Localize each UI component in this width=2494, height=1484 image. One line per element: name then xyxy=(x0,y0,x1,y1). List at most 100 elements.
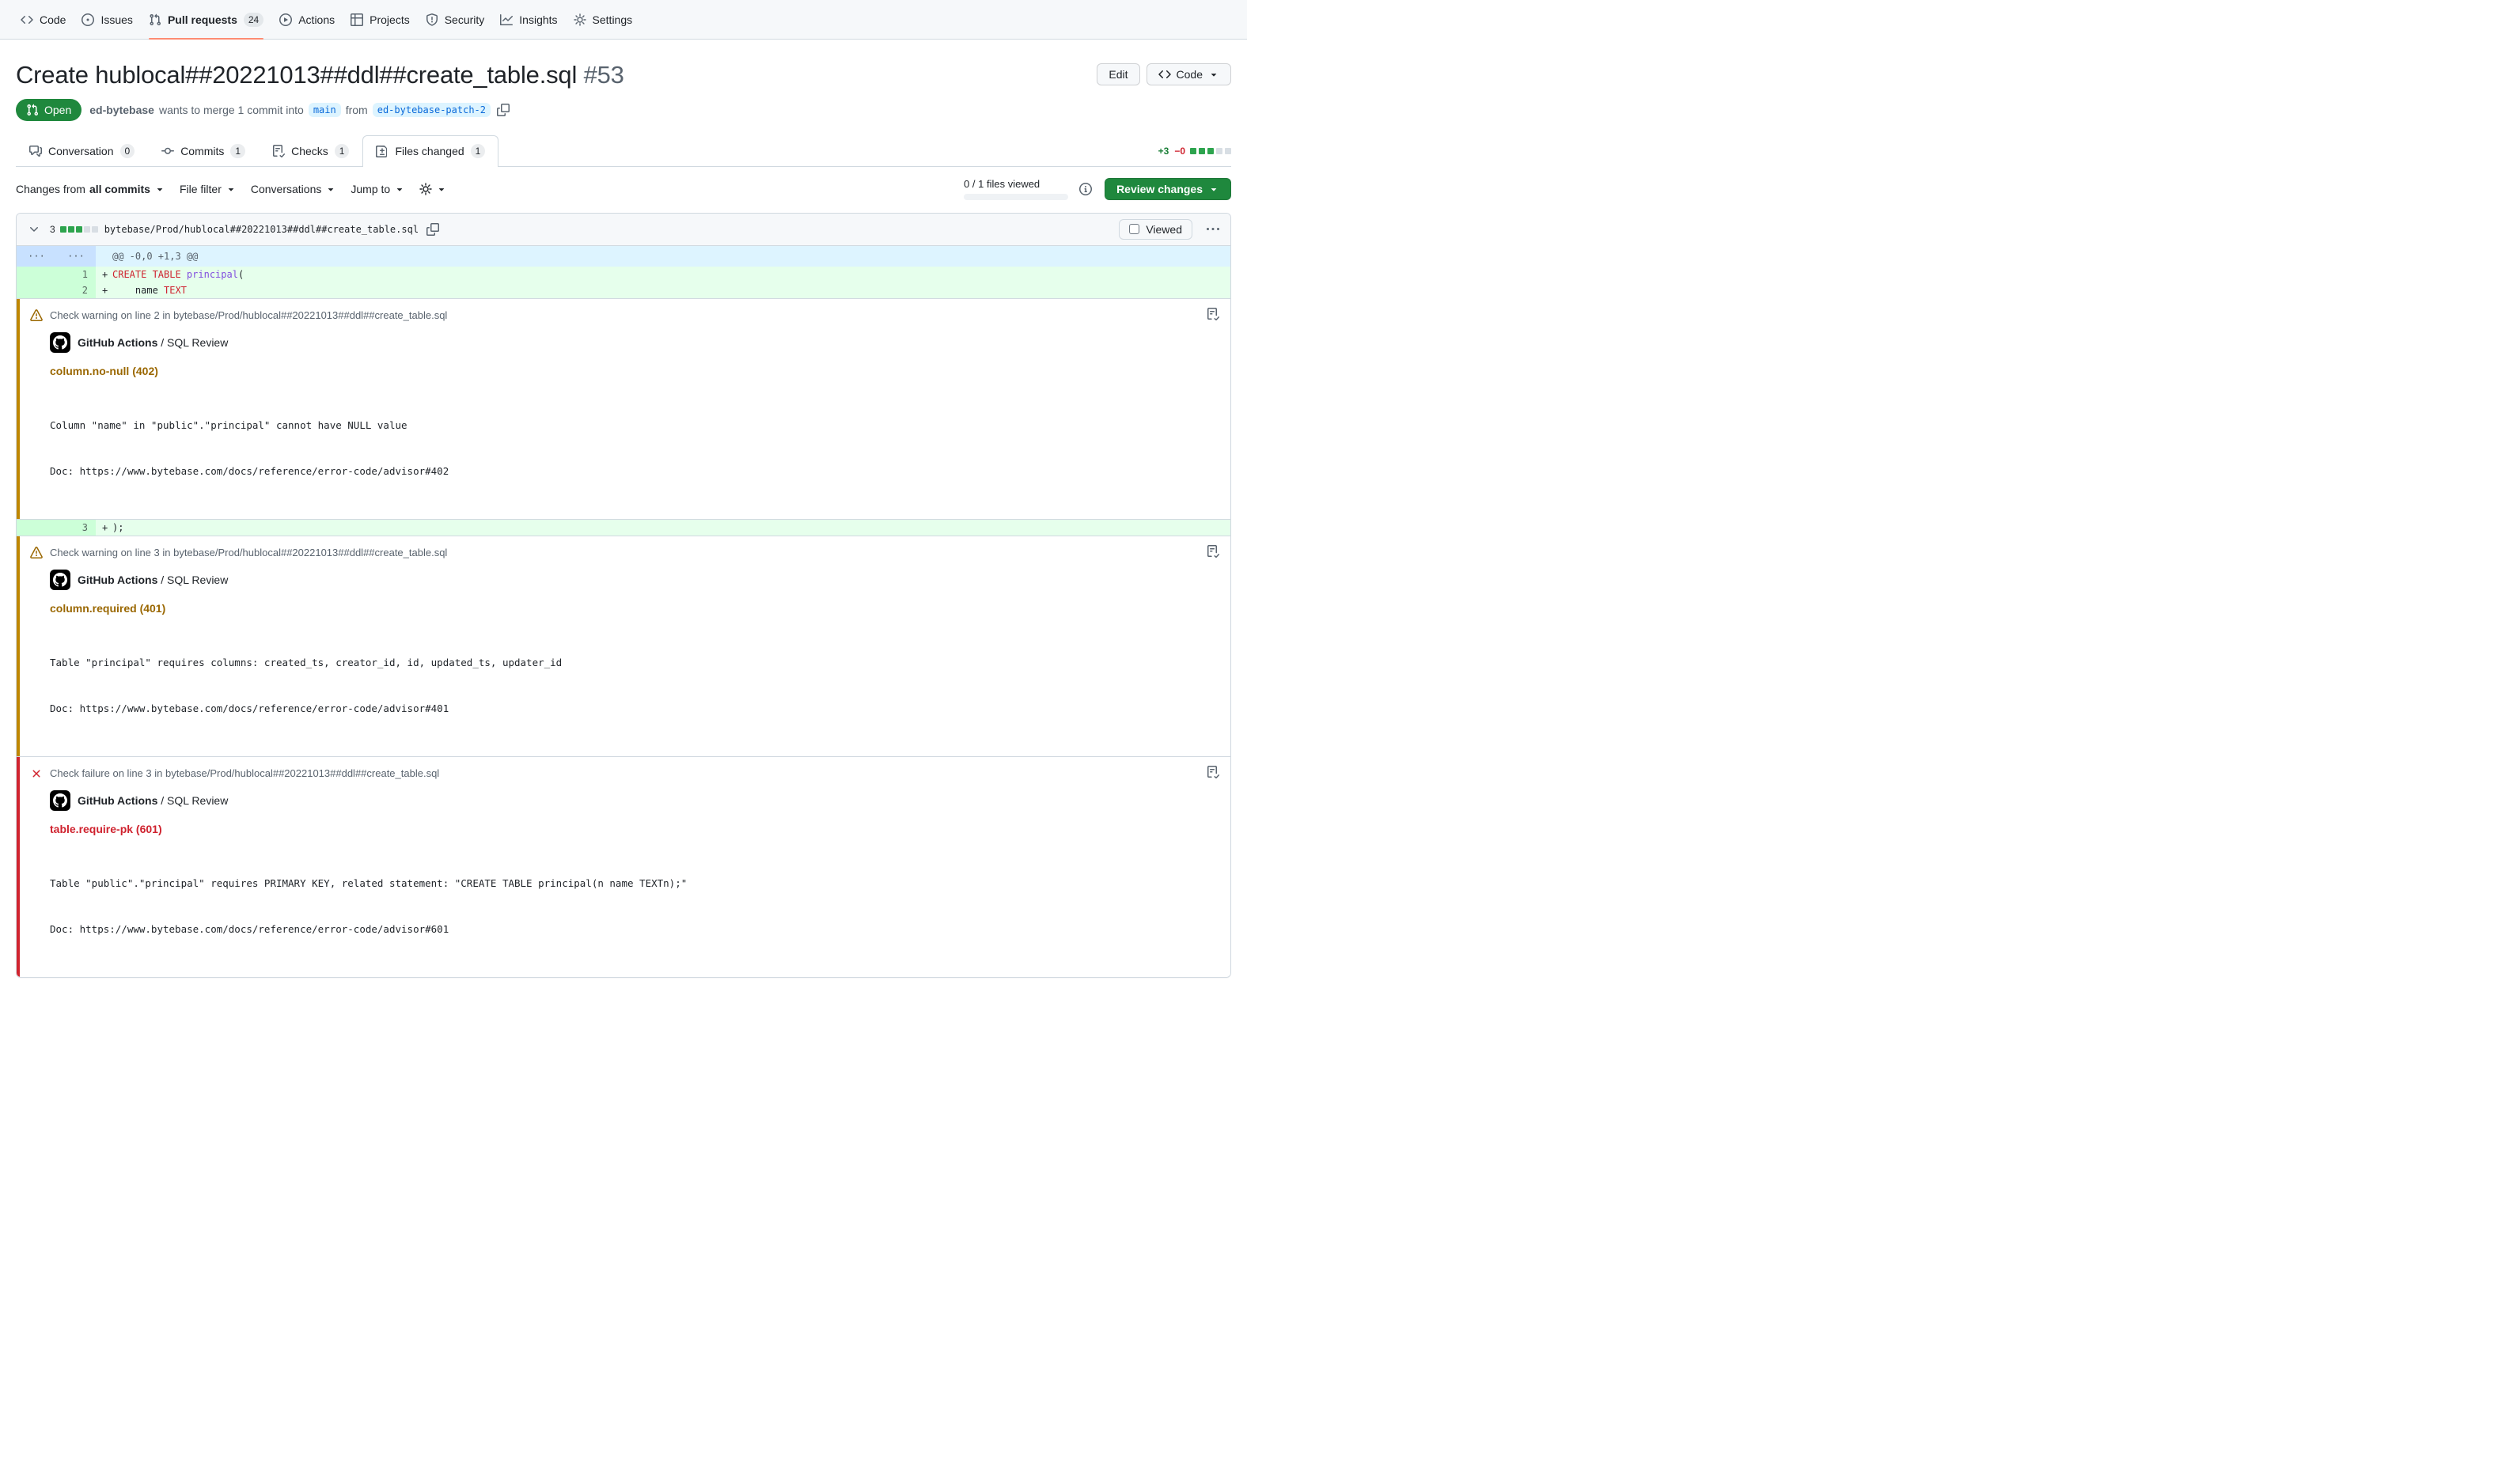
additions-count: +3 xyxy=(1158,146,1169,157)
annotation-app: GitHub Actions / SQL Review xyxy=(50,570,1218,590)
diffstat-block xyxy=(1207,148,1214,154)
file-change-count: 3 xyxy=(50,224,55,235)
copy-branch-icon[interactable] xyxy=(497,104,510,116)
file-header: 3 bytebase/Prod/hublocal##20221013##ddl#… xyxy=(17,214,1230,246)
chevron-down-icon xyxy=(1208,69,1219,80)
pr-header: Create hublocal##20221013##ddl##create_t… xyxy=(16,60,1231,91)
edit-button[interactable]: Edit xyxy=(1097,63,1139,85)
head-branch-label[interactable]: ed-bytebase-patch-2 xyxy=(373,103,491,117)
project-table-icon xyxy=(351,13,363,26)
message-line: Table "public"."principal" requires PRIM… xyxy=(50,876,1218,891)
collapse-file-chevron-icon[interactable] xyxy=(25,223,44,236)
line-number-gutter[interactable]: 3 xyxy=(17,520,96,536)
file-diffstat: 3 xyxy=(50,224,98,235)
hunk-header-row: ··· ··· @@ -0,0 +1,3 @@ xyxy=(17,246,1230,267)
nav-item-settings[interactable]: Settings xyxy=(566,0,641,39)
git-pull-request-icon xyxy=(26,104,39,116)
tab-conversation[interactable]: Conversation 0 xyxy=(16,135,148,166)
merge-text: from xyxy=(346,104,368,116)
nav-label: Code xyxy=(40,13,66,26)
line-number[interactable]: 1 xyxy=(56,267,96,282)
nav-item-actions[interactable]: Actions xyxy=(271,0,343,39)
nav-item-issues[interactable]: Issues xyxy=(74,0,140,39)
chevron-down-icon xyxy=(394,184,405,195)
merge-text: wants to merge 1 commit into xyxy=(159,104,304,116)
jump-to-label: Jump to xyxy=(351,183,390,195)
check-annotation-warning: Check warning on line 2 in bytebase/Prod… xyxy=(17,298,1230,520)
pr-state-label: Open xyxy=(44,104,71,116)
checklist-icon[interactable] xyxy=(1207,308,1219,320)
line-number-gutter[interactable]: 2 xyxy=(17,282,96,298)
chevron-down-icon xyxy=(436,184,447,195)
app-name: GitHub Actions xyxy=(78,574,157,586)
tab-commits[interactable]: Commits 1 xyxy=(148,135,259,166)
file-filter-label: File filter xyxy=(180,183,222,195)
annotation-message: Table "principal" requires columns: crea… xyxy=(50,627,1218,745)
edit-button-label: Edit xyxy=(1109,68,1128,81)
app-name: GitHub Actions xyxy=(78,336,157,349)
diffstat-block xyxy=(92,226,98,233)
review-changes-button[interactable]: Review changes xyxy=(1105,178,1231,200)
expand-dots: ··· xyxy=(17,248,56,264)
github-actions-avatar xyxy=(50,332,70,353)
warning-triangle-icon xyxy=(30,309,43,322)
line-number[interactable]: 3 xyxy=(56,520,96,536)
gear-icon xyxy=(419,183,432,195)
chevron-down-icon xyxy=(226,184,237,195)
deletions-count: −0 xyxy=(1174,146,1185,157)
nav-item-insights[interactable]: Insights xyxy=(492,0,565,39)
tab-files-changed[interactable]: Files changed 1 xyxy=(362,135,498,167)
play-icon xyxy=(279,13,292,26)
nav-item-code[interactable]: Code xyxy=(13,0,74,39)
changes-from-dropdown[interactable]: Changes from all commits xyxy=(16,183,165,195)
diff-line-added: 2 + name TEXT xyxy=(17,282,1230,298)
diff-settings-dropdown[interactable] xyxy=(419,183,447,195)
diffstat: +3 −0 xyxy=(1158,146,1231,166)
jump-to-dropdown[interactable]: Jump to xyxy=(351,183,405,195)
tab-label: Commits xyxy=(180,145,224,157)
nav-item-projects[interactable]: Projects xyxy=(343,0,418,39)
copy-path-icon[interactable] xyxy=(426,223,439,236)
git-pull-request-icon xyxy=(149,13,161,26)
hunk-gutter[interactable]: ··· ··· xyxy=(17,246,96,267)
kebab-menu-icon[interactable] xyxy=(1203,223,1222,236)
code-line: +); xyxy=(96,520,1230,536)
warning-triangle-icon xyxy=(30,547,43,559)
github-actions-avatar xyxy=(50,570,70,590)
rule-title: column.required (401) xyxy=(50,602,1218,615)
conversations-label: Conversations xyxy=(251,183,322,195)
file-path[interactable]: bytebase/Prod/hublocal##20221013##ddl##c… xyxy=(104,224,419,235)
checklist-icon[interactable] xyxy=(1207,766,1219,778)
base-branch-label[interactable]: main xyxy=(309,103,341,117)
files-viewed-text: 0 / 1 files viewed xyxy=(964,178,1068,190)
viewed-checkbox[interactable] xyxy=(1129,224,1139,234)
file-filter-dropdown[interactable]: File filter xyxy=(180,183,237,195)
code-icon xyxy=(21,13,33,26)
checklist-icon[interactable] xyxy=(1207,545,1219,558)
info-icon[interactable] xyxy=(1079,183,1092,195)
nav-label: Insights xyxy=(519,13,557,26)
chevron-down-icon xyxy=(1208,184,1219,195)
rule-title: column.no-null (402) xyxy=(50,365,1218,377)
doc-line: Doc: https://www.bytebase.com/docs/refer… xyxy=(50,464,1218,479)
git-commit-icon xyxy=(161,145,174,157)
nav-item-security[interactable]: Security xyxy=(418,0,493,39)
diffstat-block xyxy=(1190,148,1196,154)
code-dropdown-button[interactable]: Code xyxy=(1147,63,1231,85)
tab-checks[interactable]: Checks 1 xyxy=(259,135,362,166)
viewed-toggle-button[interactable]: Viewed xyxy=(1119,219,1192,240)
nav-item-pull-requests[interactable]: Pull requests 24 xyxy=(141,0,271,39)
files-viewed-track xyxy=(964,194,1068,200)
conversations-dropdown[interactable]: Conversations xyxy=(251,183,337,195)
line-number[interactable]: 2 xyxy=(56,282,96,298)
code-button-label: Code xyxy=(1177,68,1203,81)
file-diff-card: 3 bytebase/Prod/hublocal##20221013##ddl#… xyxy=(16,213,1231,978)
files-viewed-progress: 0 / 1 files viewed xyxy=(964,178,1068,200)
pr-author[interactable]: ed-bytebase xyxy=(89,104,154,116)
annotation-header: Check warning on line 2 in bytebase/Prod… xyxy=(30,309,1218,322)
code-line: + name TEXT xyxy=(96,282,1230,298)
doc-line: Doc: https://www.bytebase.com/docs/refer… xyxy=(50,922,1218,937)
diffstat-block xyxy=(84,226,90,233)
line-number-gutter[interactable]: 1 xyxy=(17,267,96,282)
annotation-message: Column "name" in "public"."principal" ca… xyxy=(50,390,1218,508)
